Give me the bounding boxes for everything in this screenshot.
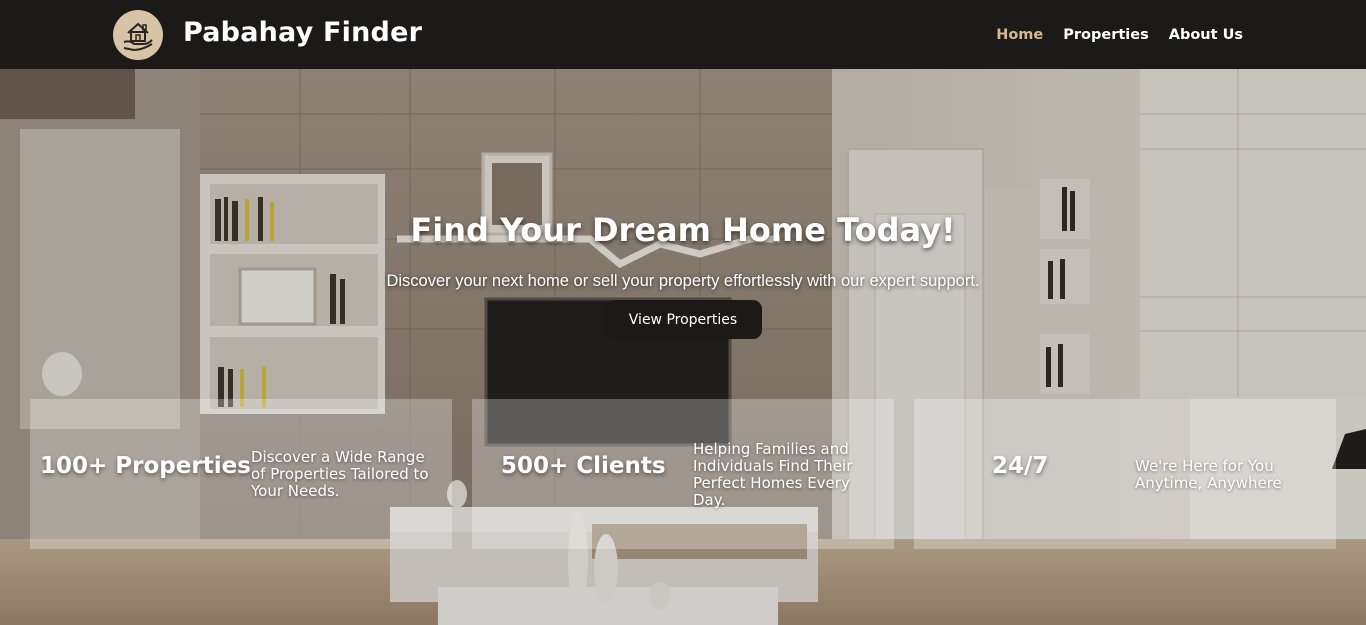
stat-description: We're Here for You Anytime, Anywhere bbox=[1135, 457, 1282, 492]
stat-description: Discover a Wide Range of Properties Tail… bbox=[251, 448, 429, 500]
stat-value: 24/7 bbox=[992, 453, 1049, 479]
stat-value: 100+ Properties bbox=[40, 453, 251, 479]
navbar: Pabahay Finder Home Properties About Us bbox=[0, 0, 1366, 69]
stat-card-clients: 500+ Clients Helping Families and Indivi… bbox=[472, 399, 894, 549]
stat-card-properties: 100+ Properties Discover a Wide Range of… bbox=[30, 399, 452, 549]
nav-link-home[interactable]: Home bbox=[996, 27, 1043, 43]
house-in-hand-icon[interactable] bbox=[113, 10, 163, 60]
stat-value: 500+ Clients bbox=[501, 453, 666, 479]
nav-link-properties[interactable]: Properties bbox=[1063, 27, 1148, 43]
stat-card-support: 24/7 We're Here for You Anytime, Anywher… bbox=[914, 399, 1336, 549]
nav-link-about-us[interactable]: About Us bbox=[1169, 27, 1243, 43]
main-nav: Home Properties About Us bbox=[996, 27, 1243, 43]
hero-title: Find Your Dream Home Today! bbox=[410, 211, 956, 249]
hero-subtitle: Discover your next home or sell your pro… bbox=[386, 272, 980, 290]
brand-name[interactable]: Pabahay Finder bbox=[183, 17, 422, 48]
view-properties-button[interactable]: View Properties bbox=[604, 300, 762, 339]
stat-description: Helping Families and Individuals Find Th… bbox=[693, 440, 853, 509]
hero-section: Find Your Dream Home Today! Discover you… bbox=[0, 69, 1366, 625]
